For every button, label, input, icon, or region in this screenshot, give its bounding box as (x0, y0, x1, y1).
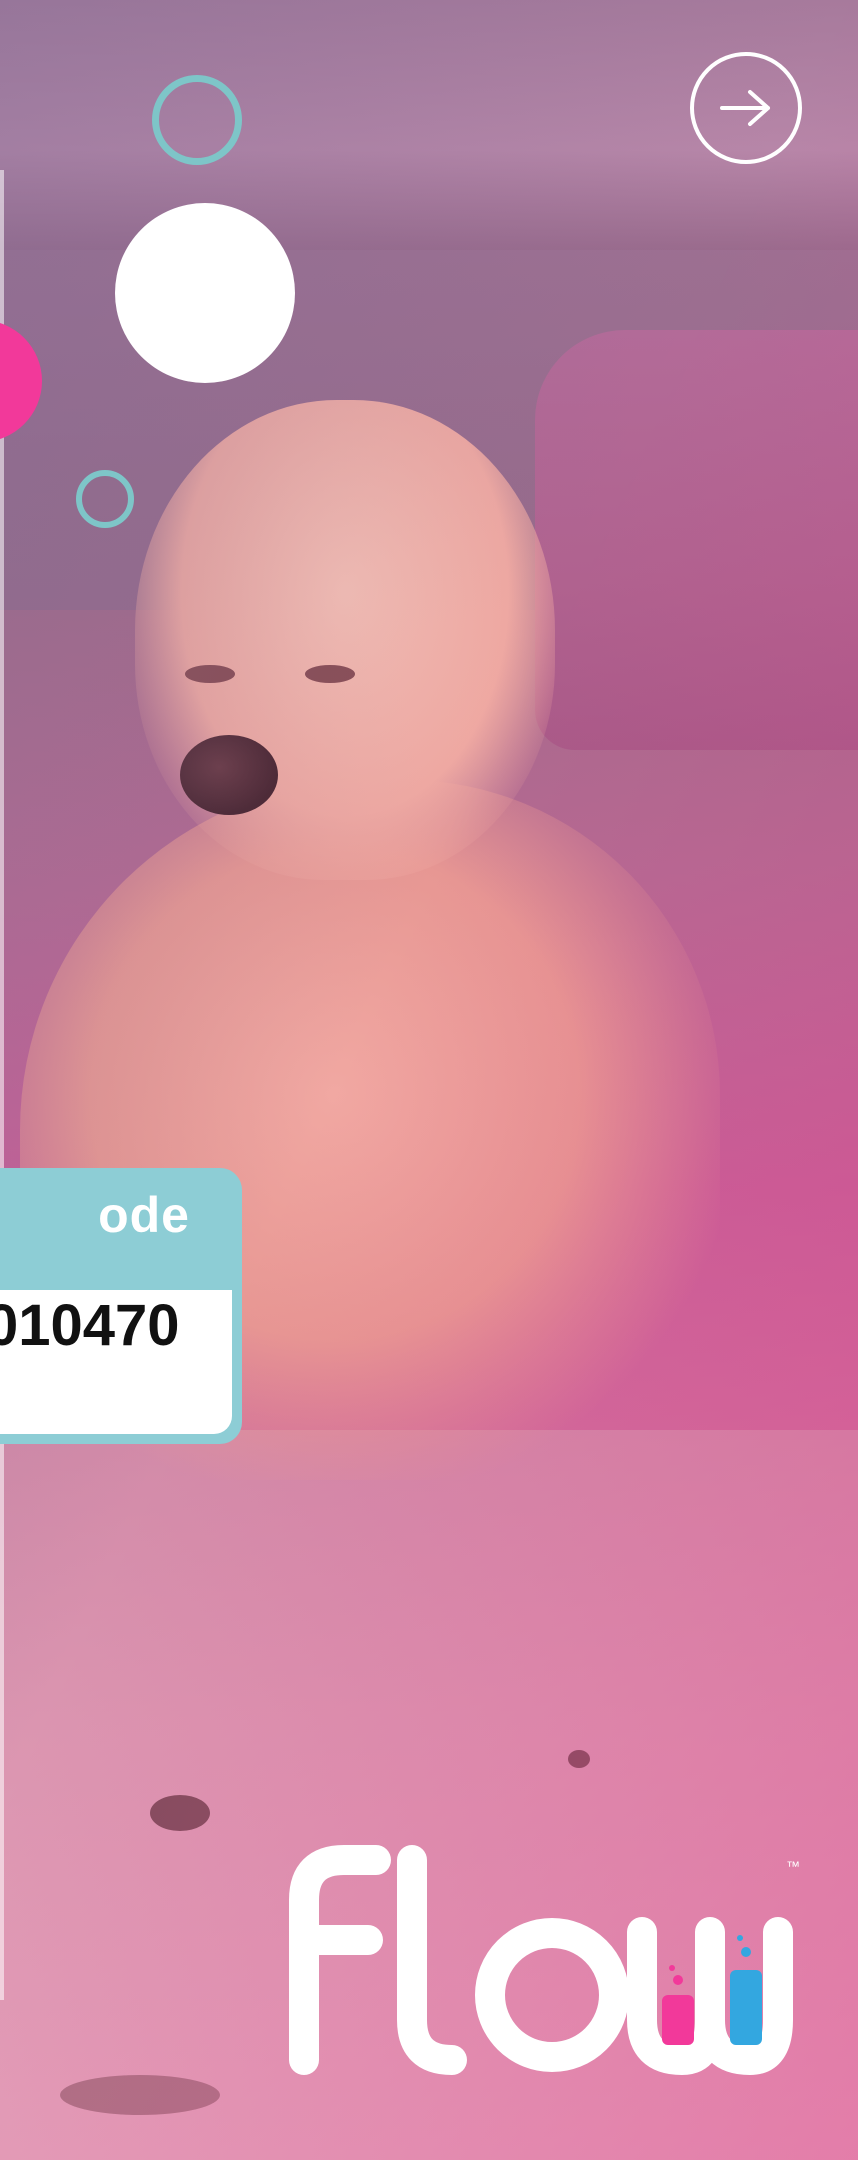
bubble-ring-small (76, 470, 134, 528)
next-button[interactable] (690, 52, 802, 164)
flow-logo (289, 1845, 793, 2075)
promo-code-label: ode (98, 1187, 190, 1243)
promo-code-value[interactable]: 010470 (0, 1292, 232, 1359)
pink-liquid-icon (662, 1995, 694, 2045)
bubble-white (115, 203, 295, 383)
card-edge (0, 170, 4, 2000)
arrow-right-icon (720, 90, 770, 126)
promo-screen: ode 010470 ™ (0, 0, 858, 2160)
trademark-symbol: ™ (786, 1858, 800, 1874)
blue-liquid-icon (730, 1970, 762, 2045)
bubble-ring-large (152, 75, 242, 165)
